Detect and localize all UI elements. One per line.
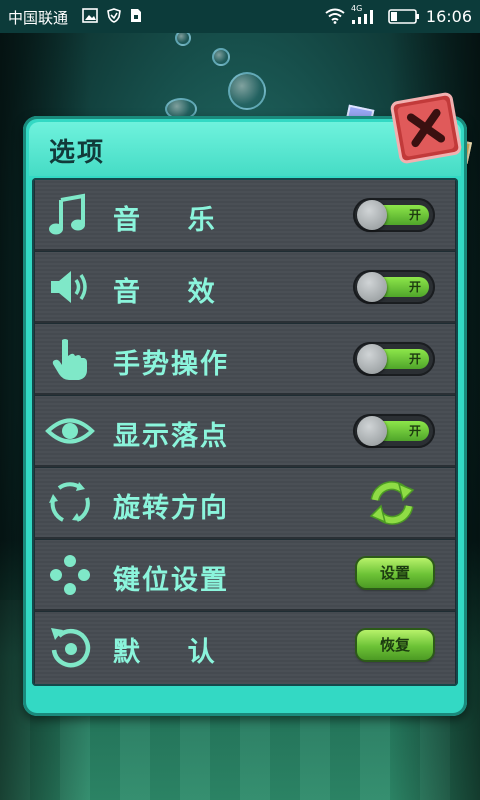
settings-list: 音 乐 开 音 效 开 手势操作 开 显示落点 开 旋转方向 键位设置 设置 默…: [32, 178, 458, 686]
hand-pointer-icon: [52, 339, 87, 380]
setting-label: 旋转方向: [113, 493, 229, 524]
setting-label: 显示落点: [113, 421, 229, 452]
music-toggle[interactable]: 开: [353, 198, 435, 232]
setting-row-show-landing: 显示落点 开: [35, 396, 455, 467]
sound-effects-toggle[interactable]: 开: [353, 270, 435, 304]
toggle-on-text: 开: [408, 352, 421, 366]
eye-icon: [45, 418, 95, 444]
options-panel: 选项 音 乐 开 音 效 开 手势操作 开 显示落点 开 旋转方向 键位设置 设…: [23, 116, 467, 716]
wifi-icon: [325, 8, 345, 24]
dpad-icon: [50, 555, 90, 595]
rotate-direction-button[interactable]: [367, 478, 417, 528]
carrier-name: 中国联通: [8, 9, 69, 27]
toggle-knob[interactable]: [357, 344, 387, 374]
setting-row-sound-effects: 音 效 开: [35, 252, 455, 323]
setting-row-gestures: 手势操作 开: [35, 324, 455, 395]
toggle-knob[interactable]: [357, 416, 387, 446]
battery-icon: [388, 9, 419, 24]
rotate-arrows-icon: [49, 482, 90, 522]
shield-icon: [107, 8, 121, 23]
status-bar: 中国联通 4G 16:06: [0, 0, 480, 33]
key-settings-button[interactable]: 设置: [357, 558, 433, 588]
toggle-knob[interactable]: [357, 272, 387, 302]
setting-row-music: 音 乐 开: [35, 180, 455, 251]
signal-icon: [352, 10, 373, 24]
panel-title: 选项: [49, 138, 106, 168]
close-button[interactable]: [388, 90, 464, 166]
reset-icon: [51, 628, 91, 668]
gallery-icon: [82, 8, 98, 23]
toggle-on-text: 开: [408, 208, 421, 222]
restore-default-button[interactable]: 恢复: [357, 630, 433, 660]
sim-icon: [131, 9, 141, 22]
setting-label: 手势操作: [113, 349, 229, 380]
toggle-on-text: 开: [408, 424, 421, 438]
show-landing-toggle[interactable]: 开: [353, 414, 435, 448]
bubble-decoration: [212, 48, 230, 66]
music-note-icon: [49, 193, 85, 235]
setting-label: 音 乐: [113, 205, 217, 236]
gestures-toggle[interactable]: 开: [353, 342, 435, 376]
setting-row-key-layout: 键位设置 设置: [35, 540, 455, 611]
setting-label: 默 认: [113, 637, 217, 668]
setting-label: 键位设置: [113, 565, 229, 596]
setting-row-default: 默 认 恢复: [35, 612, 455, 684]
speaker-icon: [51, 271, 87, 303]
bubble-decoration: [228, 72, 266, 110]
setting-row-rotation: 旋转方向: [35, 468, 455, 539]
toggle-on-text: 开: [408, 280, 421, 294]
toggle-knob[interactable]: [357, 200, 387, 230]
setting-label: 音 效: [113, 277, 217, 308]
clock: 16:06: [425, 7, 472, 26]
